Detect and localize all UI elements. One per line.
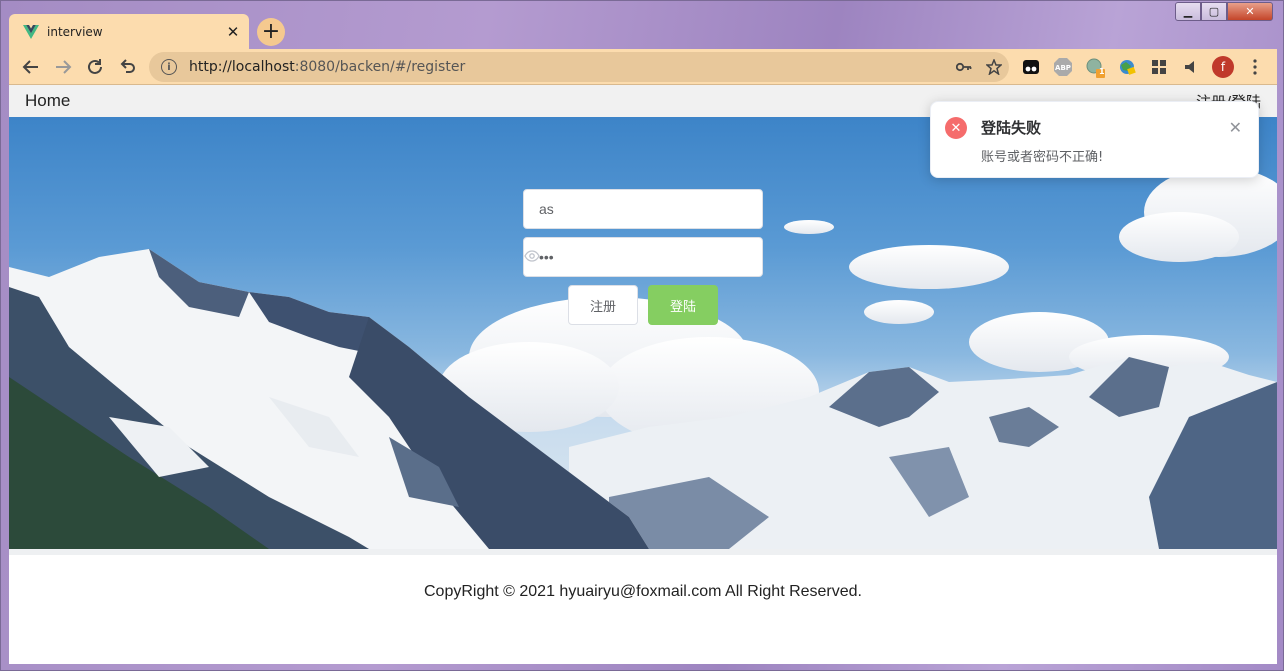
star-icon[interactable] xyxy=(979,59,1009,75)
notification-title: 登陆失败 xyxy=(981,119,1042,137)
browser-toolbar: i http://localhost:8080/backen/#/registe… xyxy=(9,49,1277,85)
footer-copyright: CopyRight © 2021 hyuairyu@foxmail.com Al… xyxy=(424,583,862,600)
vue-logo-icon xyxy=(23,24,39,39)
url-path: :8080/backen/#/register xyxy=(294,59,466,75)
error-notification: ✕ 登陆失败 账号或者密码不正确! ✕ xyxy=(930,101,1259,178)
notification-close-icon[interactable]: ✕ xyxy=(1229,118,1242,137)
kebab-menu-icon[interactable] xyxy=(1243,55,1267,79)
tab-strip: interview ✕ + xyxy=(9,14,1277,49)
form-buttons: 注册 登陆 xyxy=(523,285,763,325)
url-host: http://localhost xyxy=(189,59,295,75)
svg-text:ABP: ABP xyxy=(1055,64,1071,72)
login-form: as ••• 注册 登陆 xyxy=(523,189,763,325)
login-button[interactable]: 登陆 xyxy=(648,285,718,325)
tab-close-icon[interactable]: ✕ xyxy=(221,23,245,41)
register-button[interactable]: 注册 xyxy=(568,285,638,325)
password-input[interactable]: ••• xyxy=(523,237,763,277)
reload-icon[interactable] xyxy=(79,51,111,83)
extension-badge-count: 1 xyxy=(1099,67,1105,76)
url-text: http://localhost:8080/backen/#/register xyxy=(189,59,949,75)
nav-home-link[interactable]: Home xyxy=(25,91,70,111)
hero-background: as ••• 注册 登陆 xyxy=(9,117,1277,549)
extension-adblock-icon[interactable]: ABP xyxy=(1051,55,1075,79)
notification-message: 账号或者密码不正确! xyxy=(981,150,1104,165)
speaker-icon[interactable] xyxy=(1179,55,1203,79)
back-arrow-icon[interactable] xyxy=(15,51,47,83)
address-bar[interactable]: i http://localhost:8080/backen/#/registe… xyxy=(149,52,1009,82)
extension-badge-icon[interactable]: 1 xyxy=(1083,55,1107,79)
mountain-landscape-image xyxy=(9,167,1277,549)
profile-avatar[interactable]: f xyxy=(1211,55,1235,79)
error-circle-icon: ✕ xyxy=(945,117,967,139)
extension-tampermonkey-icon[interactable] xyxy=(1019,55,1043,79)
site-info-icon[interactable]: i xyxy=(161,59,177,75)
tab-title: interview xyxy=(47,24,103,39)
eye-icon[interactable] xyxy=(524,250,540,262)
extension-grid-icon[interactable] xyxy=(1147,55,1171,79)
key-icon[interactable] xyxy=(949,62,979,72)
undo-icon[interactable] xyxy=(111,51,143,83)
section-divider xyxy=(9,549,1277,555)
username-input[interactable]: as xyxy=(523,189,763,229)
new-tab-button[interactable]: + xyxy=(257,18,285,46)
password-value: ••• xyxy=(539,249,554,265)
forward-arrow-icon[interactable] xyxy=(47,51,79,83)
extension-globe-icon[interactable] xyxy=(1115,55,1139,79)
tab-interview[interactable]: interview ✕ xyxy=(9,14,249,49)
